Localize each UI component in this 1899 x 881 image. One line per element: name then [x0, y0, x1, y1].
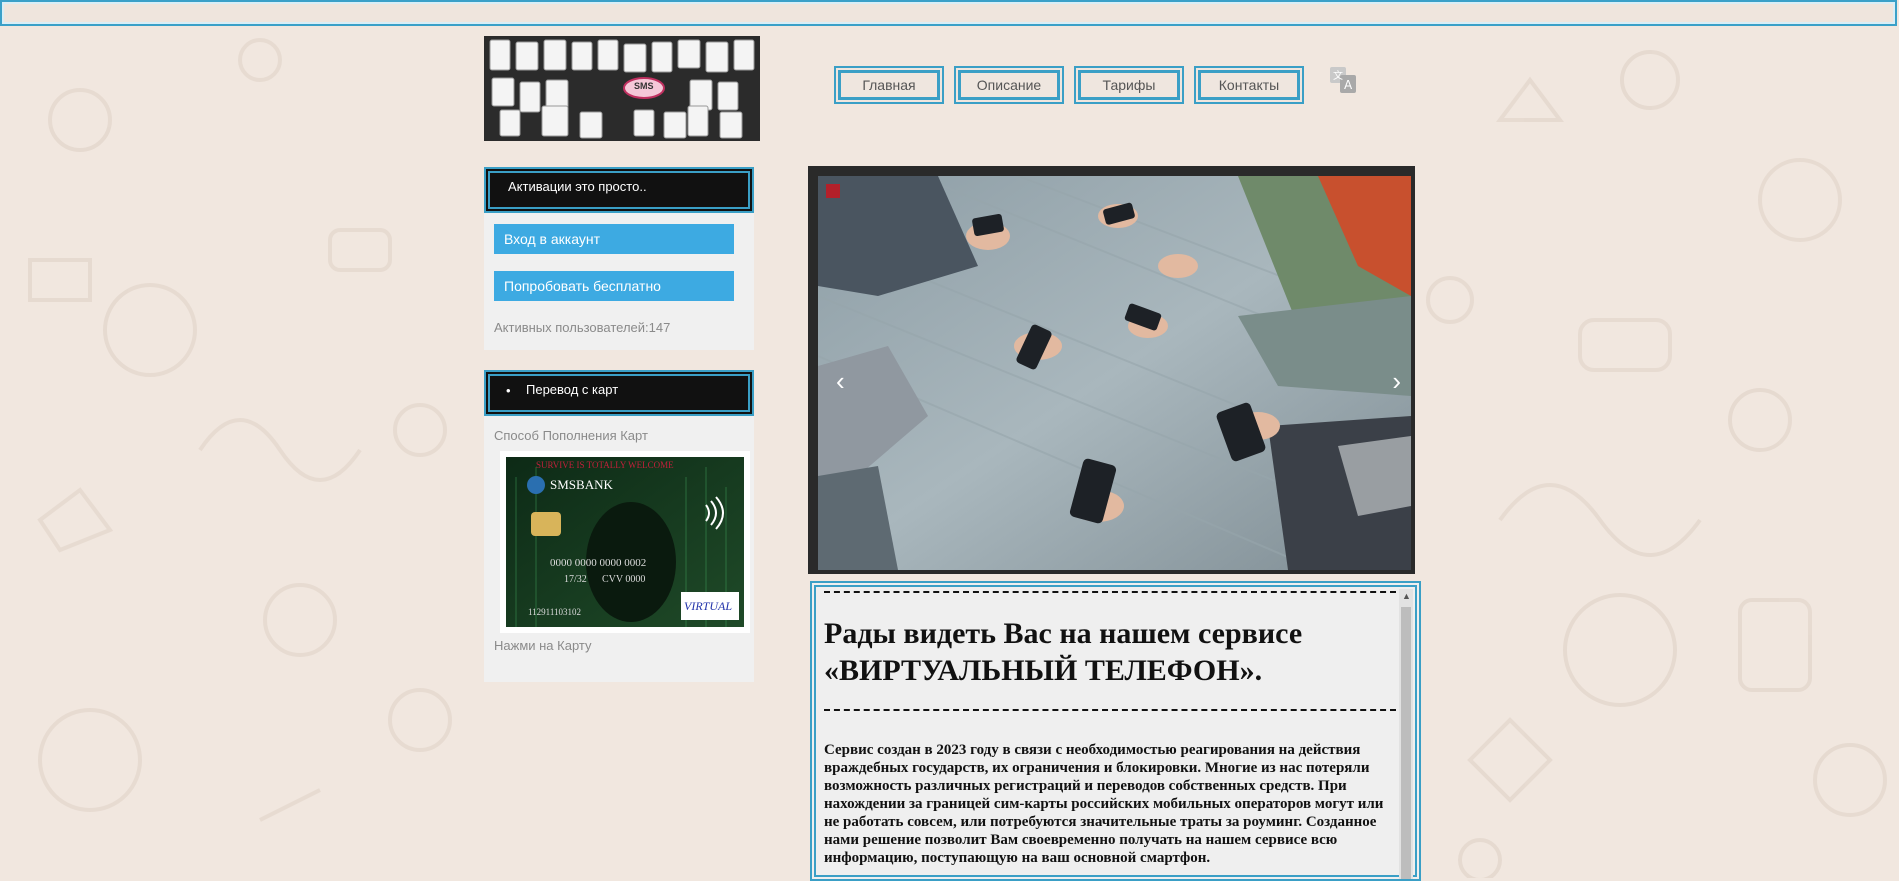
top-bar	[0, 0, 1897, 26]
card-top-text: SURVIVE IS TOTALLY WELCOME	[536, 460, 674, 470]
welcome-title: Рады видеть Вас на нашем сервисе «ВИРТУА…	[824, 617, 1303, 687]
card-expiry: 17/32	[564, 574, 587, 585]
translate-icon[interactable]: 文 A	[1329, 66, 1357, 94]
title-divider	[824, 709, 1396, 711]
login-button[interactable]: Вход в аккаунт	[494, 224, 734, 254]
card-face: SURVIVE IS TOTALLY WELCOME SMSBANK 0000 …	[506, 457, 744, 627]
scroll-thumb[interactable]	[1401, 607, 1411, 879]
nav-tariffs-button[interactable]: Тарифы	[1074, 66, 1184, 104]
nav-home-button[interactable]: Главная	[834, 66, 944, 104]
image-slider[interactable]: ‹ ›	[808, 166, 1415, 574]
site-logo[interactable]: SMS	[484, 36, 760, 141]
logo-sms-badge: SMS	[634, 81, 654, 91]
activation-panel-header: Активации это просто..	[484, 167, 754, 213]
main-nav: Главная Описание Тарифы Контакты	[834, 66, 1304, 104]
activation-panel-title: Активации это просто..	[508, 179, 647, 194]
slide-image-phones-table: ‹ ›	[818, 176, 1411, 570]
card-transfer-panel: • Перевод с карт Способ Пополнения Карт	[484, 370, 754, 682]
bank-card-image[interactable]: SURVIVE IS TOTALLY WELCOME SMSBANK 0000 …	[500, 451, 750, 633]
activation-panel: Активации это просто.. Вход в аккаунт По…	[484, 167, 754, 350]
svg-text:A: A	[1344, 78, 1353, 92]
click-card-caption: Нажми на Карту	[494, 638, 592, 653]
scroll-up-arrow-icon[interactable]: ▲	[1402, 591, 1411, 601]
card-brand: VIRTUAL	[684, 599, 732, 613]
slider-prev-arrow[interactable]: ‹	[836, 366, 845, 397]
card-cvv: CVV 0000	[602, 574, 646, 585]
card-topup-caption: Способ Пополнения Карт	[494, 428, 648, 443]
top-divider	[824, 591, 1396, 593]
try-free-button[interactable]: Попробовать бесплатно	[494, 271, 734, 301]
welcome-paragraph: Сервис создан в 2023 году в связи с необ…	[824, 742, 1384, 866]
nav-contacts-button[interactable]: Контакты	[1194, 66, 1304, 104]
bullet-icon: •	[506, 383, 511, 398]
slider-next-arrow[interactable]: ›	[1392, 366, 1401, 397]
card-transfer-title[interactable]: Перевод с карт	[526, 382, 618, 397]
card-number: 0000 0000 0000 0002	[550, 557, 647, 569]
content-scrollbar[interactable]: ▲	[1399, 589, 1413, 879]
welcome-content-box: Рады видеть Вас на нашем сервисе «ВИРТУА…	[810, 581, 1421, 881]
welcome-content: Рады видеть Вас на нашем сервисе «ВИРТУА…	[824, 591, 1396, 867]
phones-on-table-photo	[818, 176, 1411, 570]
card-bank-name: SMSBANK	[550, 477, 613, 492]
nav-description-button[interactable]: Описание	[954, 66, 1064, 104]
active-users-count: Активных пользователей:147	[494, 320, 671, 335]
svg-text:文: 文	[1333, 69, 1343, 82]
card-id: 112911103102	[528, 607, 581, 617]
card-transfer-header: • Перевод с карт	[484, 370, 754, 416]
phones-collage-image	[489, 39, 755, 139]
